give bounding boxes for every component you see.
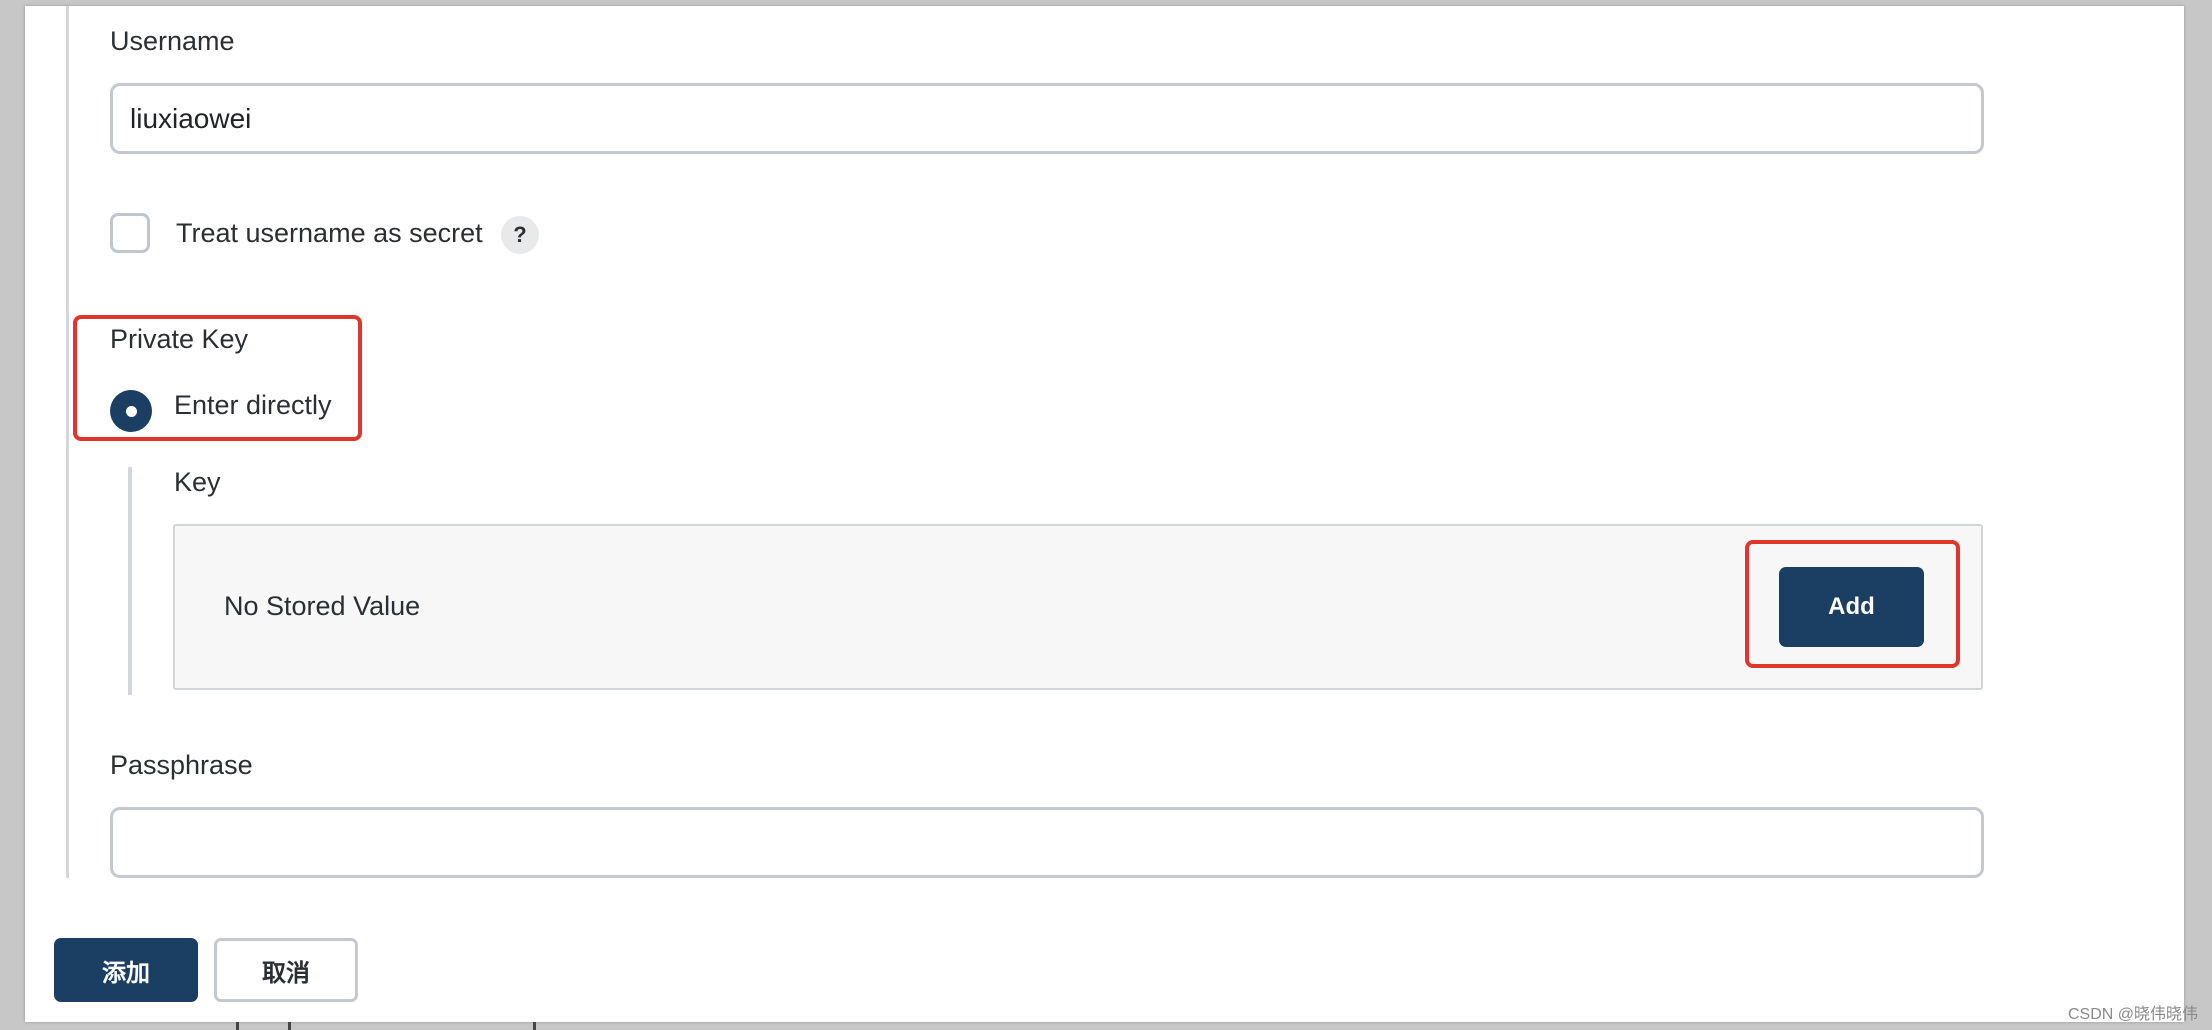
username-input[interactable] xyxy=(110,83,1984,154)
credentials-dialog: Username Treat username as secret ? Priv… xyxy=(25,6,2184,1022)
add-button-highlight xyxy=(1745,540,1960,668)
section-indent-line xyxy=(66,6,69,878)
private-key-highlight xyxy=(73,315,362,441)
background-mark xyxy=(236,1022,239,1030)
help-icon[interactable]: ? xyxy=(501,216,539,254)
passphrase-label: Passphrase xyxy=(110,750,253,780)
cancel-button[interactable]: 取消 xyxy=(214,938,358,1002)
key-stored-value-box: No Stored Value xyxy=(173,524,1983,690)
add-credential-button[interactable]: 添加 xyxy=(54,938,198,1002)
background-mark xyxy=(288,1022,291,1030)
treat-username-secret-checkbox[interactable] xyxy=(110,213,150,253)
key-label: Key xyxy=(174,467,221,497)
watermark-text: CSDN @晓伟晓伟 xyxy=(2067,1006,2198,1023)
treat-username-secret-label: Treat username as secret xyxy=(176,218,483,248)
no-stored-value-text: No Stored Value xyxy=(224,591,421,621)
passphrase-input[interactable] xyxy=(110,807,1984,878)
background-mark xyxy=(533,1022,536,1030)
key-indent-line xyxy=(128,467,132,695)
username-label: Username xyxy=(110,26,235,56)
